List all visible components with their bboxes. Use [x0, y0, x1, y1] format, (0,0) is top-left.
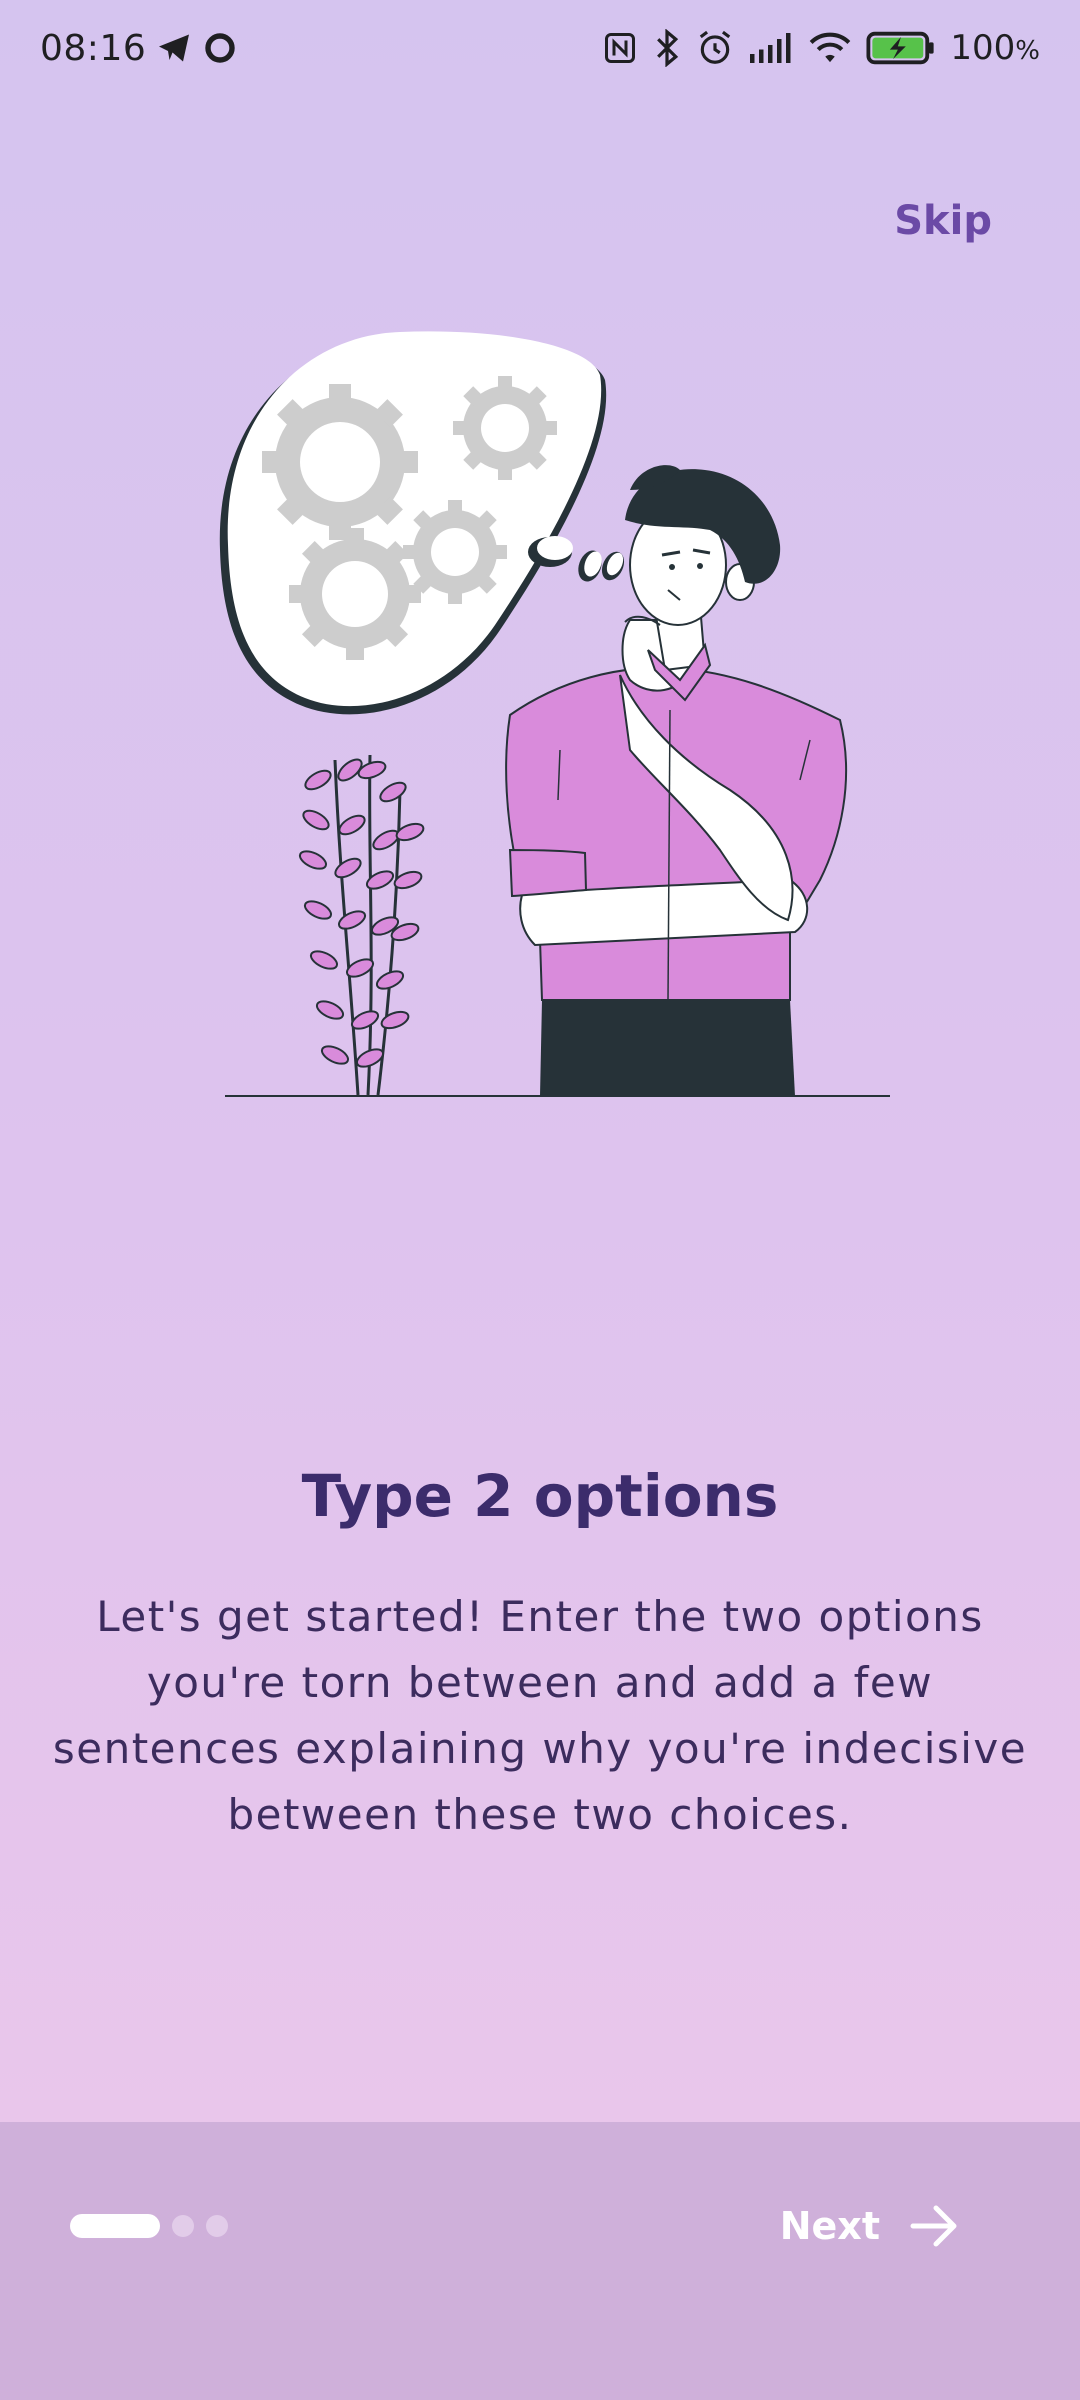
bluetooth-icon [652, 29, 682, 67]
skip-button[interactable]: Skip [894, 198, 992, 244]
page-dot-active [70, 2214, 160, 2238]
battery-unit: % [1015, 36, 1040, 66]
next-button[interactable]: Next [780, 2194, 960, 2258]
wifi-icon [808, 30, 852, 66]
thinking-person-illustration [200, 320, 900, 1110]
status-right: 100% [602, 24, 1040, 72]
alarm-icon [696, 29, 734, 67]
status-left: 08:16 [40, 24, 238, 72]
arrow-right-icon [910, 2204, 960, 2248]
page-indicator [70, 2214, 228, 2238]
page-description: Let's get started! Enter the two options… [52, 1592, 1028, 1839]
page-title: Type 2 options [301, 1462, 779, 1530]
next-label: Next [779, 2204, 880, 2248]
nfc-icon [602, 30, 638, 66]
battery-text: 100% [950, 28, 1040, 68]
status-time: 08:16 [40, 27, 147, 69]
signal-icon [748, 30, 794, 66]
battery-value: 100 [950, 28, 1016, 68]
page-dot [172, 2215, 194, 2237]
page-dot [206, 2215, 228, 2237]
telegram-icon [156, 30, 192, 66]
bottom-bar: Next [0, 2122, 1080, 2400]
status-bar: 08:16 100% [0, 0, 1080, 96]
circle-icon [202, 30, 238, 66]
battery-icon [866, 30, 936, 66]
